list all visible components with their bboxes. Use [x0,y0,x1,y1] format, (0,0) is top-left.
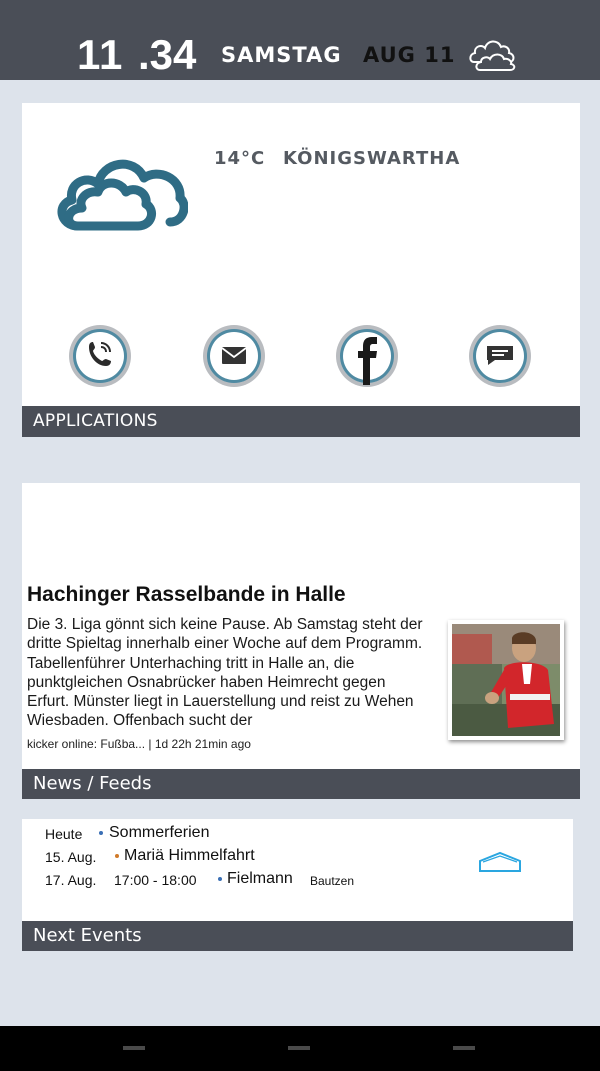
event-date: 15. Aug. [45,849,97,865]
facebook-app-button[interactable] [336,325,398,387]
phone-icon [89,342,111,366]
event-title[interactable]: Sommerferien [109,824,209,842]
clock-hours: 11 [77,31,124,78]
news-body-line: Tabellenführer Unterhaching tritt in Hal… [27,654,355,672]
event-location: Bautzen [310,874,355,888]
home-button[interactable] [288,1046,310,1050]
event-title[interactable]: Mariä Himmelfahrt [124,847,255,865]
news-source-meta: kicker online: Fußba... | 1d 22h 21min a… [27,737,251,751]
date-label: AUG 11 [363,43,456,67]
message-icon [487,346,513,365]
event-dot [115,854,119,858]
mail-icon [221,347,247,364]
recent-apps-button[interactable] [453,1046,475,1050]
back-button[interactable] [123,1046,145,1050]
news-body: Die 3. Liga gönnt sich keine Pause. Ab S… [27,615,442,731]
location-name: KÖNIGSWARTHA [283,148,461,169]
news-body-line: dritte Spieltag innerhalb einer Woche au… [27,635,423,653]
cloud-outline-icon [469,40,516,71]
navigation-bar [0,1026,600,1071]
event-date: 17. Aug. [45,872,97,888]
phone-app-button[interactable] [69,325,131,387]
news-photo-image [452,624,560,736]
event-dot [99,831,103,835]
applications-header: APPLICATIONS [22,406,580,437]
news-feeds-header: News / Feeds [22,769,580,799]
event-title[interactable]: Fielmann [227,870,293,888]
news-body-line: Die 3. Liga gönnt sich keine Pause. Ab S… [27,616,423,633]
home-outline-icon[interactable] [478,851,522,873]
top-status-bar: 11 .34 SAMSTAG AUG 11 [0,0,600,80]
news-body-line: Erfurt. Münster liegt in Lauerstellung u… [27,693,414,711]
news-headline[interactable]: Hachinger Rasselbande in Halle [27,583,346,607]
day-label: SAMSTAG [221,43,342,67]
temperature: 14°C [214,148,266,169]
clock-minutes: .34 [138,31,197,78]
event-time: 17:00 - 18:00 [114,872,197,888]
news-body-line: punktgleichen Osnabrücker haben Heimrech… [27,673,386,691]
event-date: Heute [45,826,83,842]
event-dot [218,877,222,881]
facebook-icon [358,337,377,385]
news-body-line: Wiesbaden. Offenbach sucht der [27,712,253,730]
message-app-button[interactable] [469,325,531,387]
next-events-header: Next Events [22,921,573,951]
mail-app-button[interactable] [203,325,265,387]
cloud-icon [57,159,188,231]
news-thumbnail[interactable] [448,620,564,740]
